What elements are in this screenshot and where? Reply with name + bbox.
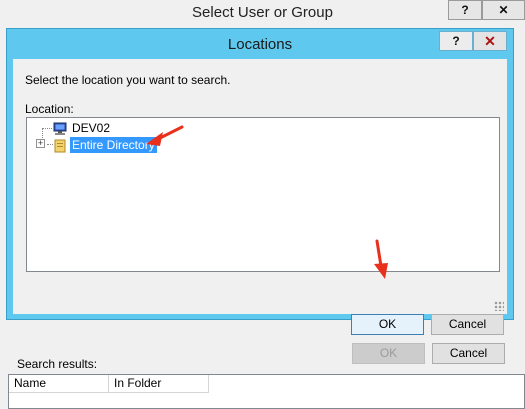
dialog-help-button[interactable]: ?	[439, 31, 473, 51]
tree-line	[42, 128, 52, 129]
instruction-text: Select the location you want to search.	[25, 73, 231, 87]
dialog-close-button[interactable]: ✕	[473, 31, 507, 51]
tree-node-label: Entire Directory	[70, 137, 157, 153]
directory-icon	[54, 139, 66, 153]
tree-node-dev02[interactable]: DEV02	[53, 120, 112, 136]
outer-cancel-button[interactable]: Cancel	[432, 343, 505, 364]
outer-titlebar: Select User or Group ? ✕	[0, 0, 525, 28]
outer-help-button[interactable]: ?	[448, 0, 482, 20]
search-results-label: Search results:	[17, 357, 98, 371]
locations-cancel-button[interactable]: Cancel	[431, 314, 504, 335]
location-label: Location:	[25, 102, 74, 116]
locations-ok-button[interactable]: OK	[351, 314, 424, 335]
column-header-name[interactable]: Name	[9, 375, 109, 393]
outer-close-button[interactable]: ✕	[482, 0, 525, 20]
search-results-list[interactable]: Name In Folder	[8, 374, 525, 409]
computer-icon	[53, 122, 67, 135]
tree-node-label: DEV02	[72, 121, 111, 135]
column-header-in-folder[interactable]: In Folder	[109, 375, 209, 393]
locations-dialog-title: Locations	[227, 36, 293, 53]
close-icon: ✕	[484, 33, 496, 49]
tree-node-entire-directory[interactable]: Entire Directory	[53, 137, 157, 153]
locations-dialog-body: Select the location you want to search. …	[13, 59, 507, 335]
expand-icon[interactable]: +	[36, 139, 45, 148]
outer-ok-button[interactable]: OK	[352, 343, 425, 364]
outer-window-title: Select User or Group	[192, 4, 333, 21]
locations-dialog: Locations ? ✕ Select the location you wa…	[6, 28, 514, 335]
resize-grip-icon[interactable]	[494, 301, 504, 311]
location-tree[interactable]: + DEV02 Entire Directory	[26, 117, 500, 272]
